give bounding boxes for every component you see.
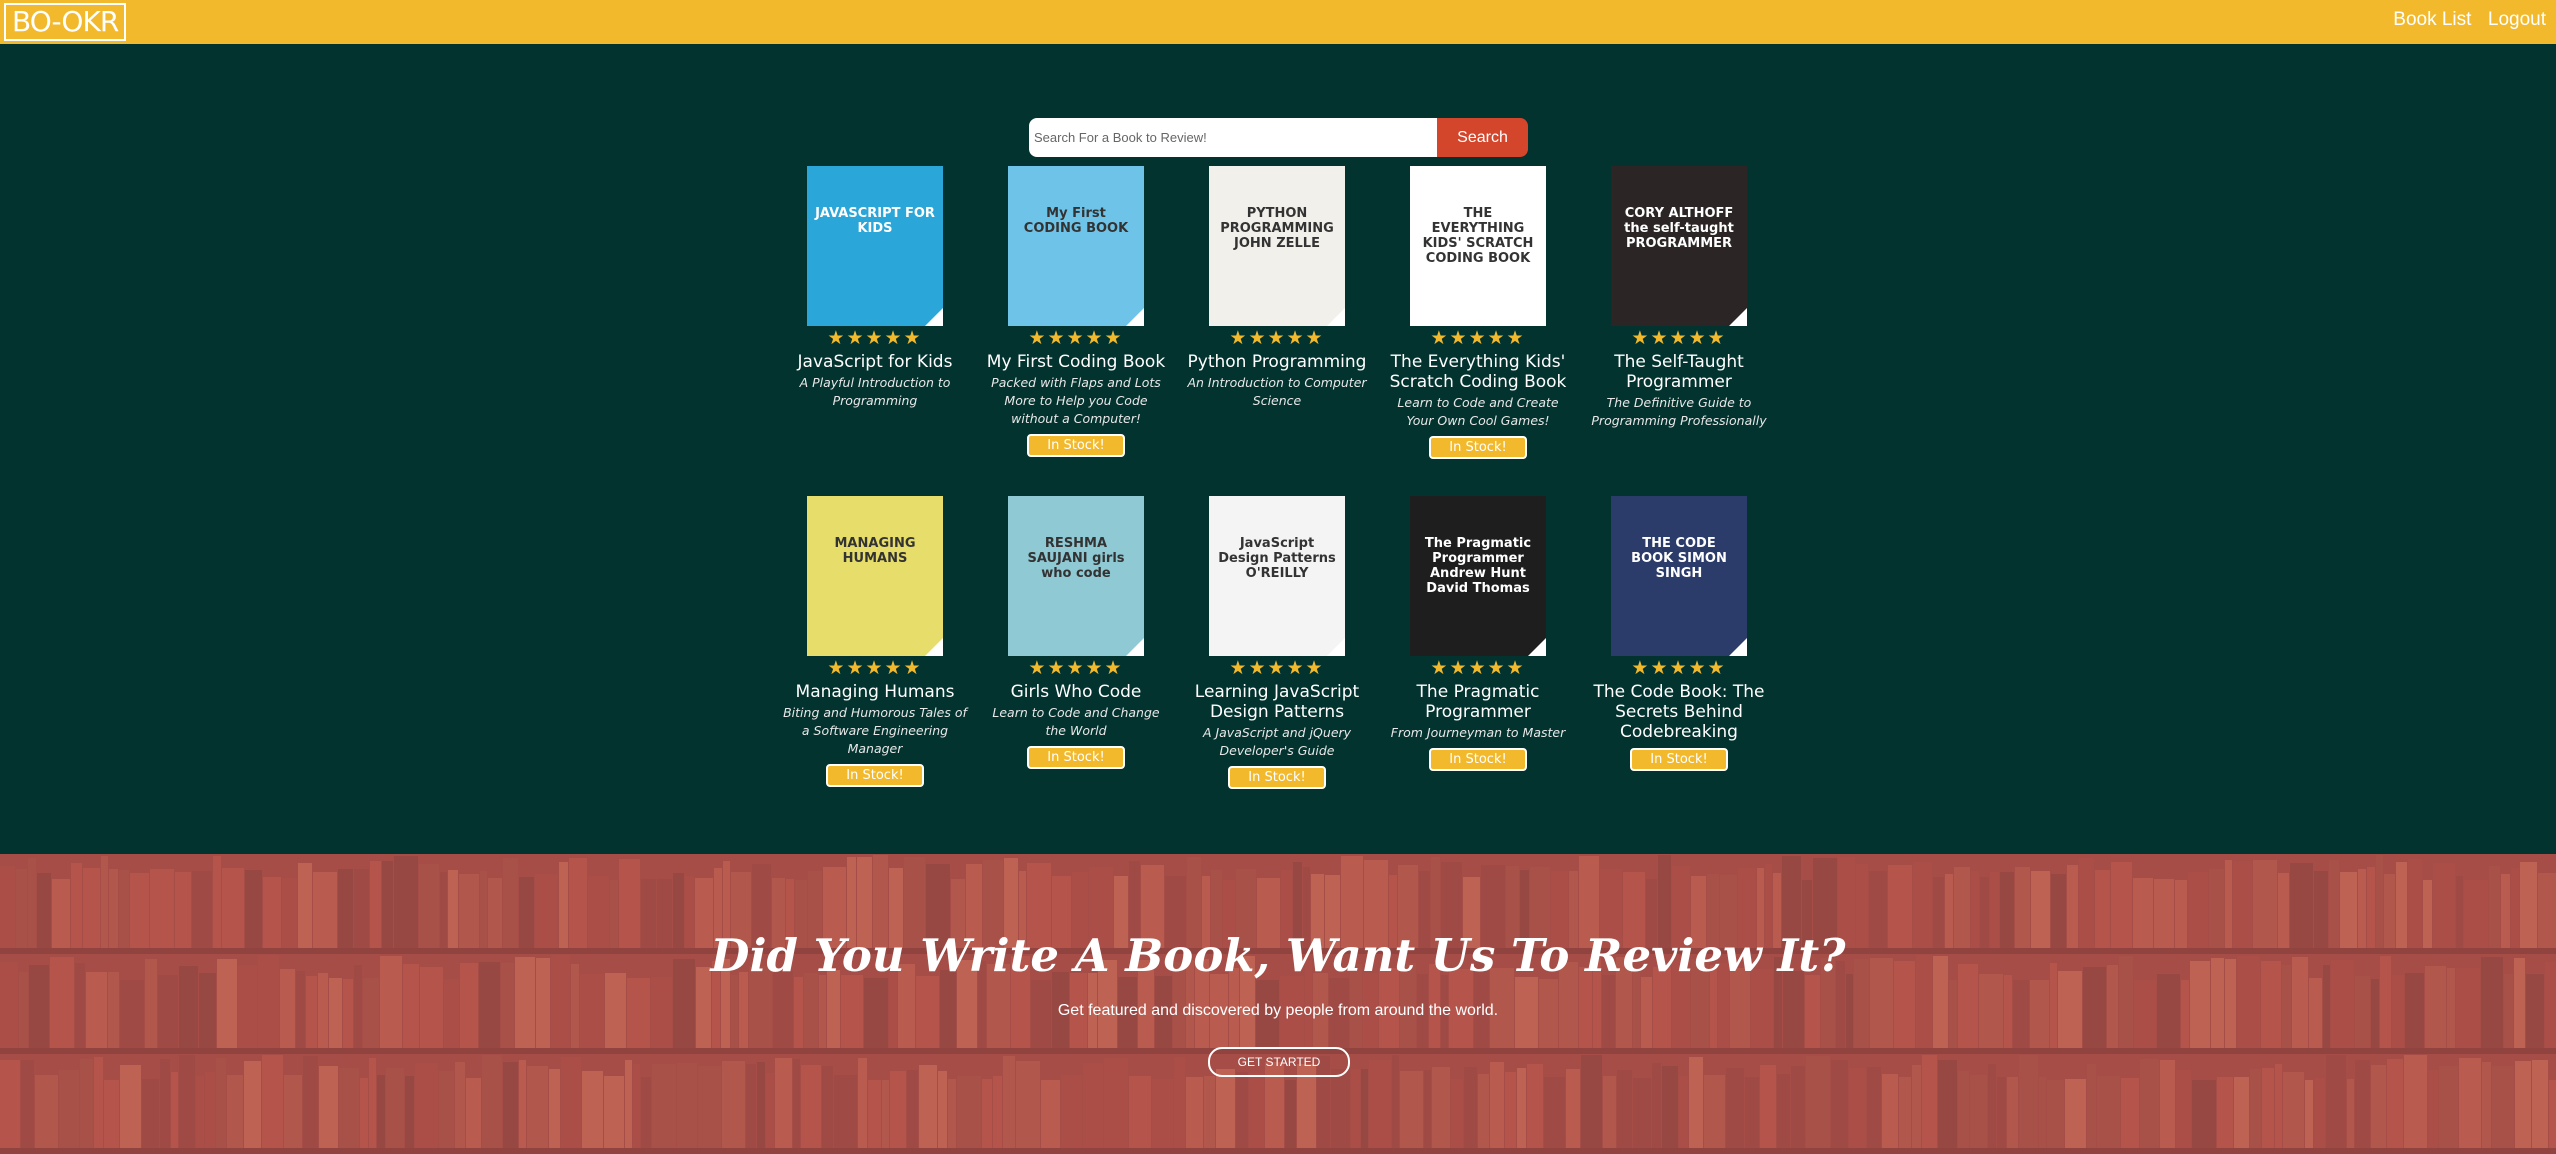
rating-stars: ★★★★★: [1028, 658, 1124, 679]
book-subtitle: An Introduction to Computer Science: [1187, 375, 1367, 408]
book-subtitle: A Playful Introduction to Programming: [799, 375, 951, 408]
page-curl-icon: [1528, 308, 1546, 326]
book-title[interactable]: The Code Book: The Secrets Behind Codebr…: [1584, 682, 1774, 742]
book-card[interactable]: JavaScript Design Patterns O'REILLY ★★★★★…: [1182, 496, 1372, 789]
book-subtitle: Packed with Flaps and Lots More to Help …: [991, 375, 1161, 426]
page-curl-icon: [1327, 308, 1345, 326]
rating-stars: ★★★★★: [1430, 658, 1526, 679]
book-card[interactable]: MANAGING HUMANS ★★★★★ Managing Humans Bitin…: [780, 496, 970, 787]
rating-stars: ★★★★★: [1028, 328, 1124, 349]
book-cover-text: CORY ALTHOFF the self-taught PROGRAMMER: [1624, 206, 1734, 251]
nav-link-book-list[interactable]: Book List: [2393, 9, 2471, 30]
book-card[interactable]: My First CODING BOOK ★★★★★ My First Coding…: [981, 166, 1171, 457]
book-title[interactable]: The Self-Taught Programmer: [1584, 352, 1774, 392]
page-curl-icon: [1126, 638, 1144, 656]
book-cover-image[interactable]: JavaScript Design Patterns O'REILLY: [1209, 496, 1345, 656]
book-cover-image[interactable]: RESHMA SAUJANI girls who code: [1008, 496, 1144, 656]
nav-link-logout[interactable]: Logout: [2488, 9, 2546, 30]
main-content: Search JAVASCRIPT FOR KIDS★★★★★JavaScrip…: [0, 44, 2556, 854]
book-cover-image[interactable]: CORY ALTHOFF the self-taught PROGRAMMER: [1611, 166, 1747, 326]
book-cover-image[interactable]: MANAGING HUMANS: [807, 496, 943, 656]
rating-stars: ★★★★★: [1430, 328, 1526, 349]
navbar: BO-OKR Book List Logout: [0, 0, 2556, 44]
rating-stars: ★★★★★: [827, 328, 923, 349]
book-subtitle: Learn to Code and Create Your Own Cool G…: [1397, 395, 1559, 428]
book-cover-image[interactable]: THE EVERYTHING KIDS' SCRATCH CODING BOOK: [1410, 166, 1546, 326]
in-stock-badge[interactable]: In Stock!: [1429, 748, 1527, 771]
book-cover-text: THE CODE BOOK SIMON SINGH: [1631, 536, 1727, 581]
search-button[interactable]: Search: [1437, 118, 1528, 157]
banner-title: Did You Write A Book, Want Us To Review …: [710, 929, 1846, 982]
logo[interactable]: BO-OKR: [4, 3, 127, 41]
book-cover-text: MANAGING HUMANS: [834, 536, 916, 566]
rating-stars: ★★★★★: [827, 658, 923, 679]
rating-stars: ★★★★★: [1631, 658, 1727, 679]
book-card[interactable]: PYTHON PROGRAMMING JOHN ZELLE ★★★★★ Python…: [1182, 166, 1372, 410]
book-subtitle: Biting and Humorous Tales of a Software …: [783, 705, 967, 756]
author-banner: Did You Write A Book, Want Us To Review …: [0, 854, 2556, 1154]
page-curl-icon: [925, 308, 943, 326]
book-cover-text: My First CODING BOOK: [1023, 206, 1129, 236]
book-subtitle: A JavaScript and jQuery Developer's Guid…: [1202, 725, 1352, 758]
book-subtitle: The Definitive Guide to Programming Prof…: [1591, 395, 1767, 428]
book-title[interactable]: Girls Who Code: [981, 682, 1171, 702]
book-title[interactable]: Learning JavaScript Design Patterns: [1182, 682, 1372, 722]
book-cover-image[interactable]: THE CODE BOOK SIMON SINGH: [1611, 496, 1747, 656]
rating-stars: ★★★★★: [1631, 328, 1727, 349]
page-curl-icon: [1528, 638, 1546, 656]
book-card[interactable]: THE CODE BOOK SIMON SINGH ★★★★★ The Code B…: [1584, 496, 1774, 771]
search-bar: Search: [1029, 118, 1528, 157]
book-cover-text: PYTHON PROGRAMMING JOHN ZELLE: [1220, 206, 1334, 251]
rating-stars: ★★★★★: [1229, 328, 1325, 349]
search-input[interactable]: [1029, 118, 1437, 157]
book-card[interactable]: RESHMA SAUJANI girls who code ★★★★★ Girls …: [981, 496, 1171, 769]
book-cover-image[interactable]: JAVASCRIPT FOR KIDS: [807, 166, 943, 326]
page-curl-icon: [1729, 308, 1747, 326]
get-started-button[interactable]: GET STARTED: [1208, 1047, 1350, 1077]
banner-subtitle: Get featured and discovered by people fr…: [1057, 1002, 1499, 1019]
nav-links: Book List Logout: [2381, 9, 2546, 31]
book-title[interactable]: My First Coding Book: [981, 352, 1171, 372]
book-cover-image[interactable]: PYTHON PROGRAMMING JOHN ZELLE: [1209, 166, 1345, 326]
book-card[interactable]: The Pragmatic Programmer Andrew Hunt Dav…: [1383, 496, 1573, 771]
page-curl-icon: [1729, 638, 1747, 656]
in-stock-badge[interactable]: In Stock!: [1027, 746, 1125, 769]
book-title[interactable]: Managing Humans: [780, 682, 970, 702]
in-stock-badge[interactable]: In Stock!: [826, 764, 924, 787]
book-cover-text: RESHMA SAUJANI girls who code: [1027, 536, 1125, 581]
page-curl-icon: [1126, 308, 1144, 326]
book-subtitle: Learn to Code and Change the World: [992, 705, 1160, 738]
book-card[interactable]: THE EVERYTHING KIDS' SCRATCH CODING BOOK…: [1383, 166, 1573, 459]
book-cover-text: JavaScript Design Patterns O'REILLY: [1218, 536, 1336, 581]
book-title[interactable]: The Everything Kids' Scratch Coding Book: [1383, 352, 1573, 392]
book-title[interactable]: The Pragmatic Programmer: [1383, 682, 1573, 722]
in-stock-badge[interactable]: In Stock!: [1027, 434, 1125, 457]
rating-stars: ★★★★★: [1229, 658, 1325, 679]
in-stock-badge[interactable]: In Stock!: [1228, 766, 1326, 789]
in-stock-badge[interactable]: In Stock!: [1429, 436, 1527, 459]
book-cover-text: The Pragmatic Programmer Andrew Hunt Dav…: [1424, 536, 1532, 596]
book-title[interactable]: JavaScript for Kids: [780, 352, 970, 372]
book-title[interactable]: Python Programming: [1182, 352, 1372, 372]
book-cover-image[interactable]: The Pragmatic Programmer Andrew Hunt Dav…: [1410, 496, 1546, 656]
book-card[interactable]: CORY ALTHOFF the self-taught PROGRAMMER ★…: [1584, 166, 1774, 430]
book-card[interactable]: JAVASCRIPT FOR KIDS ★★★★★ JavaScript for K…: [780, 166, 970, 410]
book-cover-text: JAVASCRIPT FOR KIDS: [815, 206, 935, 236]
in-stock-badge[interactable]: In Stock!: [1630, 748, 1728, 771]
book-cover-image[interactable]: My First CODING BOOK: [1008, 166, 1144, 326]
page-curl-icon: [1327, 638, 1345, 656]
page-curl-icon: [925, 638, 943, 656]
book-cover-text: THE EVERYTHING KIDS' SCRATCH CODING BOOK: [1422, 206, 1534, 266]
book-subtitle: From Journeyman to Master: [1390, 725, 1566, 740]
